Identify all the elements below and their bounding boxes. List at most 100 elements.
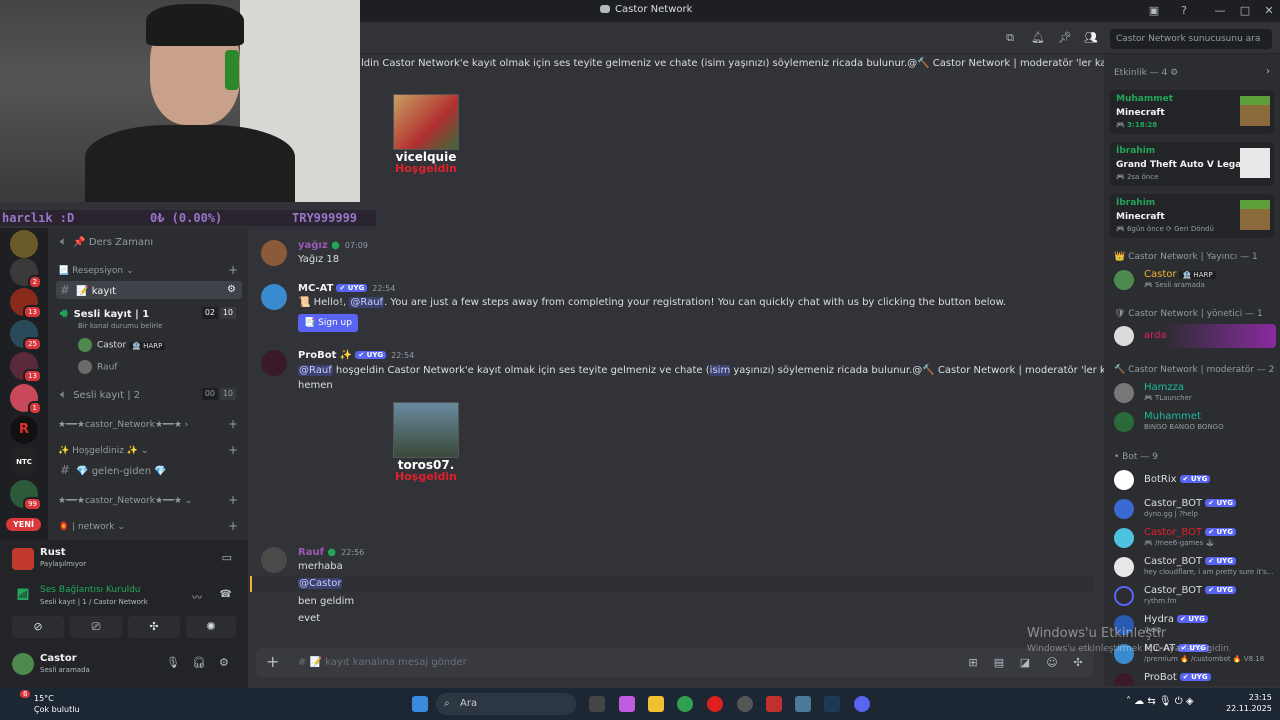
channel-ders-zamani[interactable]: 🔈︎ 📌 Ders Zamanı (56, 232, 242, 250)
message-composer[interactable]: + # 📝 kayıt kanalına mesaj gönder ⊞ ▤ ◪ … (256, 648, 1094, 678)
opera-icon[interactable] (707, 696, 723, 712)
add-channel-icon[interactable]: + (228, 493, 238, 507)
member-muhammet[interactable]: Muhammet BINGO BANGO BONGO (1114, 410, 1276, 434)
file-explorer-icon[interactable] (648, 696, 664, 712)
bot-member[interactable]: ProBot ✔ UYG (1114, 671, 1276, 686)
server-icon-r[interactable]: R (10, 416, 38, 444)
sticker-icon[interactable]: ◪ (1018, 656, 1032, 670)
voice-user-rauf[interactable]: Rauf (78, 360, 117, 374)
server-icon[interactable]: 2 (10, 258, 42, 289)
member-arda[interactable]: arda (1114, 324, 1276, 348)
activities-button[interactable]: ✣ (128, 616, 180, 638)
server-icon-ntc[interactable]: NTC (10, 448, 38, 476)
add-channel-icon[interactable]: + (228, 443, 238, 457)
server-icon[interactable] (10, 230, 38, 258)
bot-member[interactable]: Castor_BOT ✔ UYG hey cloudflare, i am pret… (1114, 555, 1276, 579)
windows-start-icon[interactable] (412, 696, 428, 712)
close-button[interactable]: ✕ (1261, 3, 1277, 19)
channel-settings-icon[interactable]: ⚙ (227, 281, 236, 299)
voice-channel-2[interactable]: 🔈︎ Sesli kayıt | 2 00 10 (56, 385, 242, 403)
signal-icon[interactable]: 📶︎ (16, 588, 30, 601)
help-icon[interactable]: ? (1176, 3, 1192, 19)
task-view-icon[interactable] (589, 696, 605, 712)
mention[interactable]: @Castor (298, 578, 343, 589)
notification-bell-icon[interactable]: 🔔︎ (1030, 30, 1046, 46)
category-resepsiyon[interactable]: 📃 Resepsiyon ⌄ (58, 266, 134, 276)
add-channel-icon[interactable]: + (228, 519, 238, 533)
pinned-icon[interactable]: 📌︎ (1057, 30, 1073, 46)
avatar[interactable] (12, 653, 34, 675)
chevron-right-icon[interactable]: › (1266, 66, 1270, 77)
sign-up-button[interactable]: 📑 Sign up (298, 314, 358, 332)
minimize-button[interactable]: — (1212, 3, 1228, 19)
steam-icon[interactable] (824, 696, 840, 712)
add-channel-icon[interactable]: + (228, 417, 238, 431)
channel-kayit[interactable]: # 📝 kayıt ⚙ (56, 281, 242, 299)
activity-card[interactable]: İbrahim Grand Theft Auto V Legacy 🎮 2sa … (1110, 142, 1274, 186)
member-list-icon[interactable]: 👥︎ (1083, 30, 1099, 46)
avatar[interactable] (261, 284, 287, 310)
inbox-icon[interactable]: ▣ (1146, 3, 1162, 19)
member-castor[interactable]: Castor 🏦 HARP 🎮 Sesli aramada (1114, 268, 1276, 292)
avatar[interactable] (261, 350, 287, 376)
screen-share-icon[interactable]: ▭ (222, 551, 232, 564)
message-input[interactable]: # 📝 kayıt kanalına mesaj gönder (298, 657, 467, 668)
search-input[interactable]: Castor Network sunucusunu ara (1110, 29, 1272, 49)
welcome-card[interactable]: toros07. Hoşgeldin (391, 402, 461, 483)
microphone-icon[interactable]: 🎙︎ (166, 656, 180, 669)
app-icon[interactable] (737, 696, 753, 712)
voice-channel-1[interactable]: 🔊︎ Sesli kayıt | 1 02 10 (56, 304, 242, 322)
gift-icon[interactable]: ⊞ (966, 656, 980, 670)
camera-off-button[interactable]: ⊘ (12, 616, 64, 638)
message-username[interactable]: yağız ● 07:09 (298, 240, 368, 251)
category-network-3[interactable]: 🏮 | network ⌄ (58, 522, 125, 532)
category-hosgeldiniz[interactable]: ✨ Hoşgeldiniz ✨ ⌄ (58, 446, 148, 456)
mention[interactable]: @Rauf (298, 365, 333, 376)
bot-member[interactable]: BotRix ✔ UYG (1114, 468, 1276, 492)
settings-gear-icon[interactable]: ⚙ (219, 656, 229, 669)
discord-icon[interactable] (854, 696, 870, 712)
category-network[interactable]: ★━━★castor_Network★━━★ › (58, 420, 188, 430)
server-icon[interactable]: 99 (10, 480, 42, 511)
welcome-card[interactable]: vicelquie Hoşgeldin (391, 94, 461, 175)
message-username[interactable]: Rauf ● 22:56 (298, 547, 364, 558)
noise-suppression-icon[interactable]: 〰 (192, 589, 202, 604)
activity-panel[interactable]: Rust Paylaşılmıyor ▭ (6, 544, 242, 574)
disconnect-icon[interactable]: ☎ (220, 589, 232, 600)
activity-card[interactable]: Muhammet Minecraft 🎮 3:18:28 (1110, 90, 1274, 134)
category-network-2[interactable]: ★━━★castor_Network★━━★ ⌄ (58, 496, 192, 506)
soundboard-button[interactable]: ✺ (186, 616, 236, 638)
member-hamzza[interactable]: Hamzza 🎮 TLauncher (1114, 381, 1276, 405)
voice-status[interactable]: Bir kanal durumu belirle (78, 322, 162, 330)
bot-member[interactable]: Castor_BOT ✔ UYG dyno.gg | ?help (1114, 497, 1276, 521)
apps-icon[interactable]: ✣ (1071, 656, 1085, 670)
app-icon[interactable] (766, 696, 782, 712)
voice-user-castor[interactable]: Castor 🏦 HARP (78, 338, 166, 352)
server-icon[interactable]: 25 (10, 320, 42, 351)
add-channel-icon[interactable]: + (228, 263, 238, 277)
chrome-icon[interactable] (677, 696, 693, 712)
message-username[interactable]: ProBot ✨ ✔ UYG 22:54 (298, 350, 414, 361)
emoji-icon[interactable]: ☺ (1045, 656, 1059, 670)
screen-share-button[interactable]: ⎚ (70, 616, 122, 638)
bot-member[interactable]: Castor_BOT ✔ UYG 🎮 /mee6-games 🕹 (1114, 526, 1276, 550)
maximize-button[interactable]: □ (1237, 3, 1253, 19)
new-badge[interactable]: YENİ (6, 518, 41, 531)
activity-header[interactable]: Etkinlik — 4 ⚙ (1114, 68, 1178, 78)
bot-member[interactable]: Castor_BOT ✔ UYG rythm.fm (1114, 584, 1276, 608)
threads-icon[interactable]: ⧉ (1002, 30, 1018, 46)
server-icon[interactable]: 1 (10, 384, 42, 415)
headphones-icon[interactable]: 🎧︎ (192, 656, 206, 669)
message-username[interactable]: MC-AT ✔ UYG 22:54 (298, 283, 395, 294)
avatar[interactable] (261, 240, 287, 266)
server-icon[interactable]: 13 (10, 352, 42, 383)
gif-icon[interactable]: ▤ (992, 656, 1006, 670)
taskbar-search[interactable]: ⌕ Ara (436, 693, 576, 715)
activity-card[interactable]: İbrahim Minecraft 🎮 6gün önce ⟳ Geri Dön… (1110, 194, 1274, 238)
channel-gelen-giden[interactable]: # 💎 gelen-giden 💎 (56, 461, 242, 479)
mention[interactable]: @Rauf (349, 297, 385, 308)
system-tray[interactable]: ˄ ☁ ⇆ 🎙︎ ⏻ ◈ (1126, 696, 1216, 712)
app-icon[interactable] (795, 696, 811, 712)
copilot-icon[interactable] (619, 696, 635, 712)
server-icon[interactable]: 13 (10, 288, 42, 319)
